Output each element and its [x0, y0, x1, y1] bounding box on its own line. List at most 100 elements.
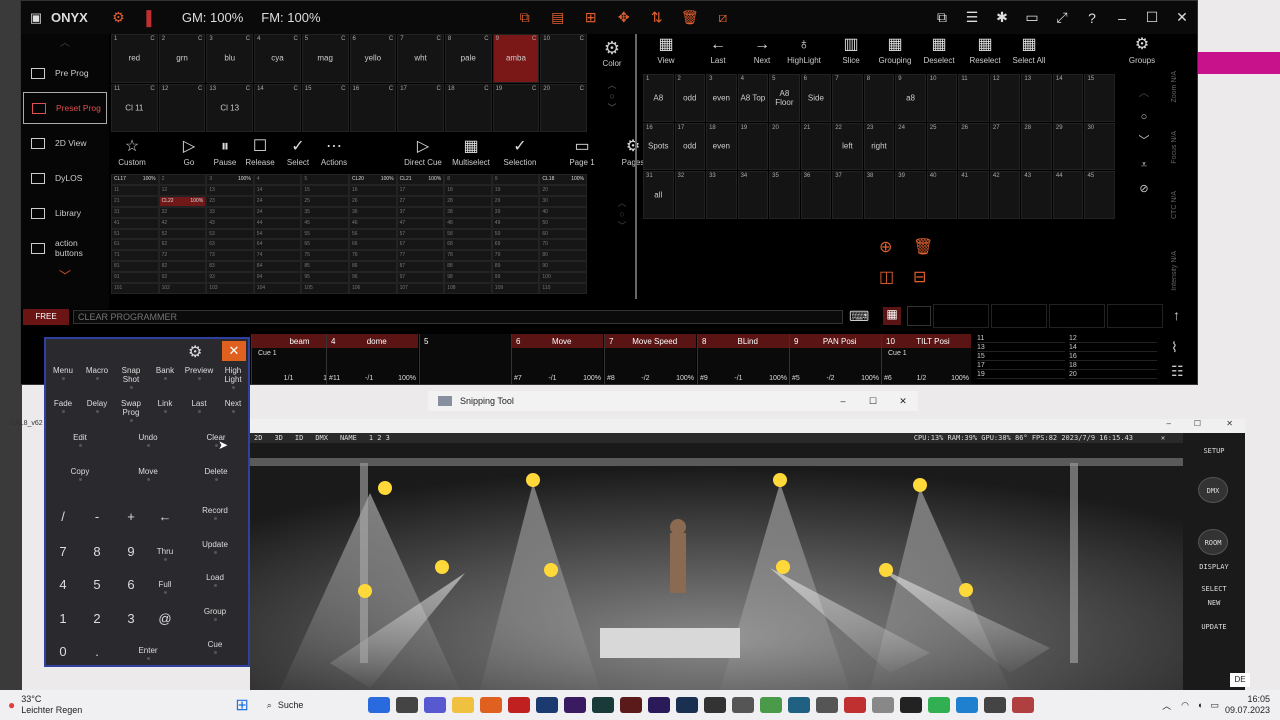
- keypad-button[interactable]: Copy: [46, 467, 114, 481]
- close-icon[interactable]: ✕: [1143, 434, 1183, 442]
- trash-icon[interactable]: 🗑: [913, 237, 933, 257]
- preset-cell[interactable]: 11 C Cl 11: [111, 83, 158, 132]
- cuelist-cell[interactable]: 30: [539, 195, 587, 207]
- keypad-button[interactable]: Fade: [46, 399, 80, 413]
- scroll-up-icon[interactable]: ︿: [589, 78, 635, 91]
- maximize-icon[interactable]: ☐: [1194, 419, 1201, 428]
- group-cell[interactable]: 40: [926, 171, 958, 219]
- cuelist-cell[interactable]: 9: [491, 174, 540, 185]
- cuelist-cell[interactable]: 20: [539, 184, 587, 196]
- cuelist-cell[interactable]: 40: [539, 206, 587, 218]
- cuelist-cell[interactable]: 107: [396, 283, 445, 294]
- cuelist-cell[interactable]: 43: [206, 217, 254, 229]
- toolbar-button[interactable]: ☆ Custom: [107, 136, 157, 167]
- group-cell[interactable]: 25: [926, 122, 958, 171]
- search-box[interactable]: ⌕ Suche: [259, 694, 359, 716]
- cuelist-scroll[interactable]: ︿ ○ ﹀: [607, 196, 637, 232]
- volume-icon[interactable]: ◖: [1197, 700, 1202, 710]
- preset-cell[interactable]: 13 C Cl 13: [206, 83, 254, 132]
- app-icon[interactable]: [843, 697, 866, 713]
- group-cell[interactable]: 42: [989, 171, 1021, 219]
- cuelist-cell[interactable]: 64: [253, 239, 302, 251]
- scroll-down-icon[interactable]: ﹀: [21, 267, 109, 284]
- view-mode-button[interactable]: 3D: [274, 434, 282, 442]
- keypad-button[interactable]: Load: [182, 573, 248, 587]
- empty-slot[interactable]: [907, 306, 931, 326]
- keypad-button[interactable]: Snap Shot: [114, 366, 148, 389]
- toolbar-button[interactable]: ▦ Reselect: [960, 34, 1010, 65]
- cuelist-cell[interactable]: 14: [253, 184, 302, 196]
- cuelist-cell[interactable]: 104: [253, 283, 302, 294]
- group-cell[interactable]: 41: [958, 171, 989, 219]
- keypad-button[interactable]: /: [46, 509, 80, 524]
- cuelist-cell[interactable]: 59: [491, 228, 540, 240]
- programmer-icon[interactable]: ▌: [135, 10, 168, 26]
- cuelist-cell[interactable]: 11: [111, 184, 159, 196]
- cuelist-cell[interactable]: 53: [206, 228, 254, 240]
- cuelist-cell[interactable]: 95: [301, 272, 349, 284]
- view-mode-button[interactable]: 2D: [254, 434, 262, 442]
- group-cell[interactable]: 37: [832, 171, 863, 219]
- app-icon[interactable]: [367, 697, 390, 713]
- cuelist-cell[interactable]: 78: [444, 250, 492, 262]
- gear-icon[interactable]: ⚙: [589, 38, 635, 59]
- group-cell[interactable]: 27: [989, 122, 1021, 171]
- onyx-taskbar-icon[interactable]: [899, 697, 922, 713]
- cuelist-cell[interactable]: 2: [158, 174, 207, 185]
- weather-widget[interactable]: ● 33°C Leichter Regen: [0, 694, 110, 716]
- group-cell[interactable]: 35: [769, 171, 800, 219]
- app-icon[interactable]: [731, 697, 754, 713]
- cuelist-cell[interactable]: 105: [301, 283, 349, 294]
- split-horizontal-icon[interactable]: ⊟: [913, 267, 926, 287]
- keypad-button[interactable]: @: [148, 611, 182, 626]
- group-cell[interactable]: 5 A8 Floor: [769, 74, 800, 122]
- bank-row[interactable]: 11: [977, 335, 1065, 343]
- cuelist-cell[interactable]: 79: [491, 250, 540, 262]
- toolbar-button[interactable]: ▥ Slice: [826, 34, 876, 65]
- no-window-icon[interactable]: ⧄: [706, 9, 739, 26]
- cuelist-cell[interactable]: 74: [253, 250, 302, 262]
- group-cell[interactable]: 29: [1052, 122, 1084, 171]
- toolbar-button[interactable]: ▷ Direct Cue: [398, 136, 448, 167]
- cuelist-cell[interactable]: 110: [539, 283, 587, 294]
- keypad-button[interactable]: Menu: [46, 366, 80, 380]
- fader[interactable]: 6 Move #7 -/1 100%: [511, 334, 603, 384]
- group-cell[interactable]: 12: [989, 74, 1021, 122]
- group-cell[interactable]: 20: [769, 122, 800, 171]
- bank-row[interactable]: 12: [1069, 335, 1157, 343]
- keypad-button[interactable]: 0: [46, 644, 80, 659]
- folder-icon[interactable]: [451, 697, 474, 713]
- group-cell[interactable]: 6 Side: [800, 74, 832, 122]
- cuelist-cell[interactable]: 42: [158, 217, 207, 229]
- keypad-button[interactable]: Undo: [114, 433, 182, 447]
- keypad-button[interactable]: Cue: [182, 640, 248, 654]
- keypad-button[interactable]: +: [114, 509, 148, 524]
- group-cell[interactable]: 30: [1084, 122, 1115, 171]
- photoshop-icon[interactable]: [535, 697, 558, 713]
- help-icon[interactable]: ?: [1077, 10, 1107, 26]
- cuelist-cell[interactable]: 73: [206, 250, 254, 262]
- cuelist-cell[interactable]: 38: [444, 206, 492, 218]
- cuelist-cell[interactable]: 102: [158, 283, 207, 294]
- visualizer-button[interactable]: DMX: [1198, 477, 1228, 503]
- cuelist-cell[interactable]: 37: [396, 206, 445, 218]
- toolbar-button[interactable]: ▦ Deselect: [914, 34, 964, 65]
- keypad-button[interactable]: -: [80, 509, 114, 524]
- preset-cell[interactable]: 1 Cred: [111, 34, 158, 83]
- cuelist-cell[interactable]: 25: [301, 195, 349, 207]
- keypad-button[interactable]: Move: [114, 467, 182, 481]
- cuelist-cell[interactable]: 49: [491, 217, 540, 229]
- cuelist-cell[interactable]: 109: [491, 283, 540, 294]
- keypad-button[interactable]: Bank: [148, 366, 182, 380]
- battery-icon[interactable]: ▭: [1210, 700, 1219, 711]
- cuelist-cell[interactable]: 51: [111, 228, 159, 240]
- app-icon[interactable]: [423, 697, 446, 713]
- cuelist-cell[interactable]: CL22 100%: [158, 195, 207, 207]
- toolbar-button[interactable]: ▦ Grouping: [870, 34, 920, 65]
- preset-cell[interactable]: 9 Camba: [492, 34, 540, 83]
- group-cell[interactable]: 33: [706, 171, 737, 219]
- cuelist-cell[interactable]: 69: [491, 239, 540, 251]
- cuelist-cell[interactable]: 39: [491, 206, 540, 218]
- splitter[interactable]: [635, 34, 637, 299]
- sidebar-item-pre-prog[interactable]: Pre Prog: [23, 57, 107, 89]
